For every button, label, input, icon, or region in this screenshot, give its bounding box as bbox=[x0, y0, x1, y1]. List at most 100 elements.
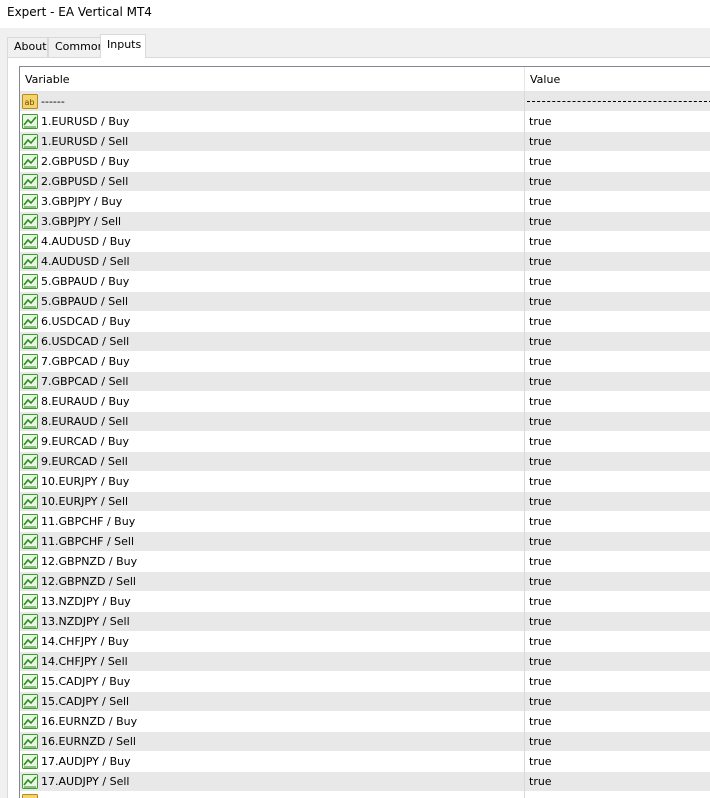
table-row[interactable]: 7.GBPCAD / Buy true bbox=[20, 352, 710, 372]
tab-common[interactable]: Common bbox=[48, 37, 105, 57]
table-row[interactable]: 3.GBPJPY / Sell true bbox=[20, 212, 710, 232]
variable-cell[interactable]: 4.AUDUSD / Sell bbox=[20, 252, 525, 272]
table-row[interactable]: 1.EURUSD / Buy true bbox=[20, 112, 710, 132]
table-row[interactable]: 3.GBPJPY / Buy true bbox=[20, 192, 710, 212]
variable-cell[interactable]: 5.GBPAUD / Sell bbox=[20, 292, 525, 312]
variable-cell[interactable]: 2.GBPUSD / Buy bbox=[20, 152, 525, 172]
value-cell[interactable]: true bbox=[529, 512, 552, 532]
value-cell[interactable]: true bbox=[529, 312, 552, 332]
table-row[interactable]: 16.EURNZD / Sell true bbox=[20, 732, 710, 752]
value-cell[interactable]: true bbox=[529, 532, 552, 552]
value-cell[interactable]: true bbox=[529, 172, 552, 192]
variable-cell[interactable]: 10.EURJPY / Buy bbox=[20, 472, 525, 492]
value-cell[interactable]: true bbox=[529, 192, 552, 212]
table-row[interactable]: 4.AUDUSD / Buy true bbox=[20, 232, 710, 252]
variable-cell[interactable]: 2.GBPUSD / Sell bbox=[20, 172, 525, 192]
table-row[interactable]: 12.GBPNZD / Sell true bbox=[20, 572, 710, 592]
value-cell[interactable]: true bbox=[529, 712, 552, 732]
value-cell[interactable]: true bbox=[529, 452, 552, 472]
variable-cell[interactable]: 3.GBPJPY / Sell bbox=[20, 212, 525, 232]
variable-cell[interactable]: 15.CADJPY / Sell bbox=[20, 692, 525, 712]
table-row[interactable]: 6.USDCAD / Buy true bbox=[20, 312, 710, 332]
table-row[interactable]: 10.EURJPY / Sell true bbox=[20, 492, 710, 512]
variable-cell[interactable]: 12.GBPNZD / Buy bbox=[20, 552, 525, 572]
value-cell[interactable]: true bbox=[529, 592, 552, 612]
table-row[interactable]: 7.GBPCAD / Sell true bbox=[20, 372, 710, 392]
value-cell[interactable]: true bbox=[529, 272, 552, 292]
value-cell[interactable]: true bbox=[529, 212, 552, 232]
column-header-value[interactable]: Value bbox=[525, 67, 710, 92]
table-row[interactable]: 13.NZDJPY / Sell true bbox=[20, 612, 710, 632]
variable-cell[interactable]: 13.NZDJPY / Buy bbox=[20, 592, 525, 612]
value-cell[interactable]: true bbox=[529, 152, 552, 172]
variable-cell[interactable]: ab ------ bbox=[20, 92, 525, 112]
variable-cell[interactable]: 8.EURAUD / Sell bbox=[20, 412, 525, 432]
value-cell[interactable]: true bbox=[529, 372, 552, 392]
table-row[interactable]: 4.AUDUSD / Sell true bbox=[20, 252, 710, 272]
variable-cell[interactable]: 7.GBPCAD / Sell bbox=[20, 372, 525, 392]
value-cell[interactable]: true bbox=[529, 752, 552, 772]
value-cell[interactable]: true bbox=[529, 672, 552, 692]
table-row[interactable]: 5.GBPAUD / Buy true bbox=[20, 272, 710, 292]
table-row[interactable]: 9.EURCAD / Buy true bbox=[20, 432, 710, 452]
value-cell[interactable]: true bbox=[529, 652, 552, 672]
variable-cell[interactable]: 1.EURUSD / Buy bbox=[20, 112, 525, 132]
table-row[interactable]: 12.GBPNZD / Buy true bbox=[20, 552, 710, 572]
variable-cell[interactable]: 7.GBPCAD / Buy bbox=[20, 352, 525, 372]
table-row[interactable]: ab bbox=[20, 792, 710, 798]
value-cell[interactable]: true bbox=[529, 332, 552, 352]
tab-about[interactable]: About bbox=[7, 37, 48, 57]
table-row[interactable]: 9.EURCAD / Sell true bbox=[20, 452, 710, 472]
value-cell[interactable]: true bbox=[529, 612, 552, 632]
tab-inputs[interactable]: Inputs bbox=[100, 34, 146, 58]
value-cell[interactable]: true bbox=[529, 252, 552, 272]
variable-cell[interactable]: 11.GBPCHF / Buy bbox=[20, 512, 525, 532]
variable-cell[interactable]: 11.GBPCHF / Sell bbox=[20, 532, 525, 552]
table-row[interactable]: 1.EURUSD / Sell true bbox=[20, 132, 710, 152]
table-row[interactable]: 11.GBPCHF / Sell true bbox=[20, 532, 710, 552]
variable-cell[interactable]: 16.EURNZD / Sell bbox=[20, 732, 525, 752]
variable-cell[interactable]: ab bbox=[20, 792, 525, 798]
value-cell[interactable]: true bbox=[529, 132, 552, 152]
value-cell[interactable]: true bbox=[529, 552, 552, 572]
value-cell[interactable]: true bbox=[529, 392, 552, 412]
value-cell[interactable]: true bbox=[529, 232, 552, 252]
table-row[interactable]: 15.CADJPY / Buy true bbox=[20, 672, 710, 692]
table-row[interactable]: 17.AUDJPY / Buy true bbox=[20, 752, 710, 772]
value-cell[interactable]: true bbox=[529, 772, 552, 792]
table-row[interactable]: 17.AUDJPY / Sell true bbox=[20, 772, 710, 792]
value-cell[interactable]: true bbox=[529, 632, 552, 652]
variable-cell[interactable]: 14.CHFJPY / Sell bbox=[20, 652, 525, 672]
value-cell[interactable]: true bbox=[529, 412, 552, 432]
value-cell[interactable]: true bbox=[529, 732, 552, 752]
table-row[interactable]: 15.CADJPY / Sell true bbox=[20, 692, 710, 712]
value-cell[interactable]: true bbox=[529, 692, 552, 712]
variable-cell[interactable]: 1.EURUSD / Sell bbox=[20, 132, 525, 152]
table-row[interactable]: 11.GBPCHF / Buy true bbox=[20, 512, 710, 532]
variable-cell[interactable]: 6.USDCAD / Buy bbox=[20, 312, 525, 332]
table-row[interactable]: 10.EURJPY / Buy true bbox=[20, 472, 710, 492]
table-row[interactable]: 14.CHFJPY / Sell true bbox=[20, 652, 710, 672]
variable-cell[interactable]: 3.GBPJPY / Buy bbox=[20, 192, 525, 212]
table-row[interactable]: 16.EURNZD / Buy true bbox=[20, 712, 710, 732]
variable-cell[interactable]: 14.CHFJPY / Buy bbox=[20, 632, 525, 652]
value-cell[interactable]: true bbox=[529, 352, 552, 372]
value-cell[interactable]: true bbox=[529, 492, 552, 512]
variable-cell[interactable]: 13.NZDJPY / Sell bbox=[20, 612, 525, 632]
variable-cell[interactable]: 8.EURAUD / Buy bbox=[20, 392, 525, 412]
variable-cell[interactable]: 17.AUDJPY / Buy bbox=[20, 752, 525, 772]
variable-cell[interactable]: 15.CADJPY / Buy bbox=[20, 672, 525, 692]
variable-cell[interactable]: 9.EURCAD / Sell bbox=[20, 452, 525, 472]
variable-cell[interactable]: 5.GBPAUD / Buy bbox=[20, 272, 525, 292]
variable-cell[interactable]: 9.EURCAD / Buy bbox=[20, 432, 525, 452]
table-row[interactable]: 2.GBPUSD / Sell true bbox=[20, 172, 710, 192]
table-row[interactable]: 8.EURAUD / Buy true bbox=[20, 392, 710, 412]
variable-cell[interactable]: 4.AUDUSD / Buy bbox=[20, 232, 525, 252]
variable-cell[interactable]: 17.AUDJPY / Sell bbox=[20, 772, 525, 792]
value-cell[interactable]: true bbox=[529, 292, 552, 312]
value-cell[interactable]: true bbox=[529, 572, 552, 592]
value-cell[interactable]: true bbox=[529, 112, 552, 132]
variable-cell[interactable]: 12.GBPNZD / Sell bbox=[20, 572, 525, 592]
table-row[interactable]: 6.USDCAD / Sell true bbox=[20, 332, 710, 352]
table-row[interactable]: 5.GBPAUD / Sell true bbox=[20, 292, 710, 312]
